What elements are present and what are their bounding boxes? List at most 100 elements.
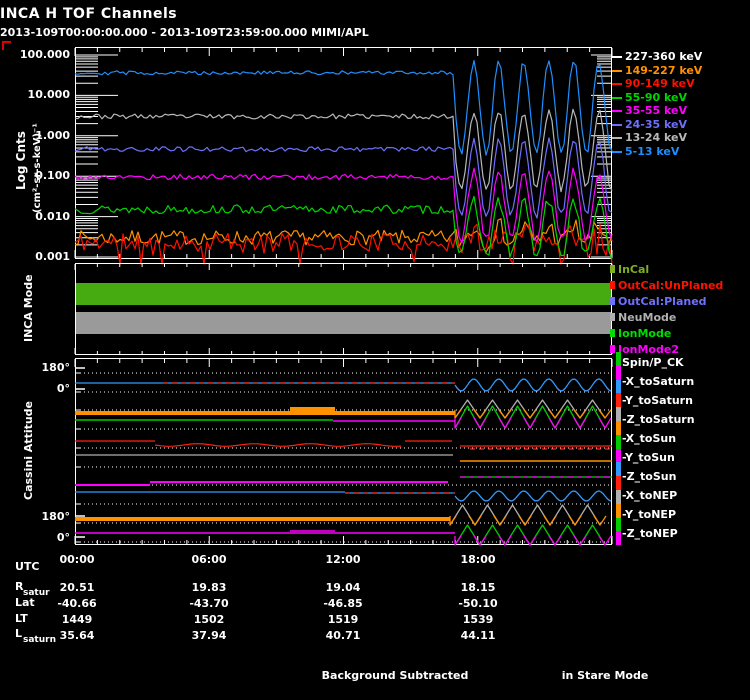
attitude-strip-segment <box>616 462 621 477</box>
attitude-strip-segment <box>616 448 621 463</box>
attitude-trace-label: -Z_toNEP <box>622 527 678 540</box>
ephemeris-value: -43.70 <box>189 597 229 610</box>
mode-item: IonMode <box>610 326 750 340</box>
attitude-strip-segment <box>616 490 621 504</box>
cassini-attitude-panel <box>74 358 613 546</box>
ephemeris-value: 1539 <box>462 613 494 626</box>
attitude-strip-segment <box>616 352 621 366</box>
mode-swatch <box>610 281 615 289</box>
plot-page: INCA H TOF Channels 2013-109T00:00:00.00… <box>0 0 750 700</box>
ephemeris-value: 19.04 <box>325 581 361 594</box>
attitude-strip-segment <box>616 421 621 435</box>
mode-swatch <box>610 313 615 321</box>
attitude-trace-label: -Z_toSun <box>622 470 677 483</box>
ephemeris-value: 35.64 <box>59 629 95 642</box>
legend-item: 90-149 keV <box>612 77 750 90</box>
mode-swatch <box>610 329 615 337</box>
footer-mode-note: in Stare Mode <box>561 669 649 682</box>
utc-axis-label: UTC <box>15 560 40 573</box>
mode-item: IonMode2 <box>610 342 750 356</box>
y-axis-units: (cm²-sr-s-keV)⁻¹ <box>32 123 43 213</box>
ephemeris-value: 1519 <box>327 613 359 626</box>
legend-swatch <box>612 123 622 126</box>
mode-item: NeuMode <box>610 310 750 324</box>
time-tick-label: 06:00 <box>191 553 227 566</box>
legend-swatch <box>612 109 622 112</box>
ytick-label: 0.001 <box>35 250 70 263</box>
attitude-trace-label: -Y_toSun <box>622 451 675 464</box>
legend-item: 227-360 keV <box>612 50 750 63</box>
page-title: INCA H TOF Channels <box>0 6 178 22</box>
legend-swatch <box>612 69 622 72</box>
time-tick-label: 18:00 <box>460 553 496 566</box>
ytick-label: 10.000 <box>27 88 70 101</box>
attitude-ytick: 0° <box>56 531 70 544</box>
legend-item: 5-13 keV <box>612 145 750 158</box>
mode-label: InCal <box>618 262 650 276</box>
attitude-ytick: 180° <box>41 510 70 523</box>
mode-axis-title: INCA Mode <box>22 274 35 342</box>
time-range-subtitle: 2013-109T00:00:00.000 - 2013-109T23:59:0… <box>0 26 369 39</box>
legend-item: 24-35 keV <box>612 118 750 131</box>
legend-item: 35-55 keV <box>612 104 750 117</box>
legend-swatch <box>612 150 622 153</box>
attitude-ytick: 180° <box>41 361 70 374</box>
attitude-trace-label: -Z_toSaturn <box>622 413 695 426</box>
legend-label: 149-227 keV <box>625 64 703 77</box>
attitude-trace-label: Spin/P_CK <box>622 356 684 369</box>
ephemeris-row-label: LT <box>15 612 28 625</box>
attitude-strip-segment <box>616 517 621 532</box>
attitude-strip-segment <box>616 393 621 408</box>
ephemeris-value: 20.51 <box>59 581 95 594</box>
ephemeris-value: -46.85 <box>323 597 363 610</box>
mode-label: OutCal:Planed <box>618 294 707 308</box>
mode-item: OutCal:UnPlaned <box>610 278 750 292</box>
legend-label: 24-35 keV <box>625 118 688 131</box>
attitude-ytick: 0° <box>56 382 70 395</box>
time-tick-label: 12:00 <box>325 553 361 566</box>
mode-label: IonMode <box>618 326 672 340</box>
legend-swatch <box>612 136 622 139</box>
mode-item: InCal <box>610 262 750 276</box>
legend-swatch <box>612 96 622 99</box>
attitude-trace-label: -X_toSun <box>622 432 677 445</box>
attitude-strip-segment <box>616 365 621 380</box>
attitude-trace-label: -X_toSaturn <box>622 375 695 388</box>
inca-mode-panel <box>74 263 613 355</box>
time-tick-label: 00:00 <box>59 553 95 566</box>
mode-swatch <box>610 345 615 353</box>
legend-label: 55-90 keV <box>625 91 688 104</box>
legend-label: 90-149 keV <box>625 77 695 90</box>
attitude-trace-label: -Y_toSaturn <box>622 394 693 407</box>
mode-swatch <box>610 297 615 305</box>
attitude-axis-title: Cassini Attitude <box>22 400 35 500</box>
ephemeris-value: 44.11 <box>460 629 496 642</box>
ephemeris-value: 18.15 <box>460 581 496 594</box>
legend-label: 13-24 keV <box>625 131 688 144</box>
footer-background-note: Background Subtracted <box>321 669 469 682</box>
ephemeris-value: 1502 <box>193 613 225 626</box>
attitude-strip-segment <box>616 503 621 518</box>
attitude-strip-segment <box>616 476 621 490</box>
mode-item: OutCal:Planed <box>610 294 750 308</box>
ephemeris-value: 37.94 <box>191 629 227 642</box>
tof-channels-panel <box>74 47 613 265</box>
legend-item: 13-24 keV <box>612 131 750 144</box>
ephemeris-value: 19.83 <box>191 581 227 594</box>
ephemeris-row-label: L <box>15 627 23 640</box>
legend-item: 55-90 keV <box>612 91 750 104</box>
mode-swatch <box>610 265 615 273</box>
legend-swatch <box>612 82 622 85</box>
ephemeris-value: 1449 <box>61 613 93 626</box>
y-axis-title: Log Cnts <box>14 131 28 190</box>
attitude-strip-segment <box>616 379 621 394</box>
ephemeris-row-label: Lat <box>15 596 35 609</box>
mode-label: IonMode2 <box>618 342 679 356</box>
attitude-trace-label: -X_toNEP <box>622 489 678 502</box>
legend-label: 5-13 keV <box>625 145 680 158</box>
ephemeris-value: -40.66 <box>57 597 97 610</box>
ephemeris-value: 40.71 <box>325 629 361 642</box>
legend-swatch <box>612 55 622 58</box>
attitude-trace-label: -Y_toNEP <box>622 508 677 521</box>
attitude-strip-segment <box>616 407 621 421</box>
